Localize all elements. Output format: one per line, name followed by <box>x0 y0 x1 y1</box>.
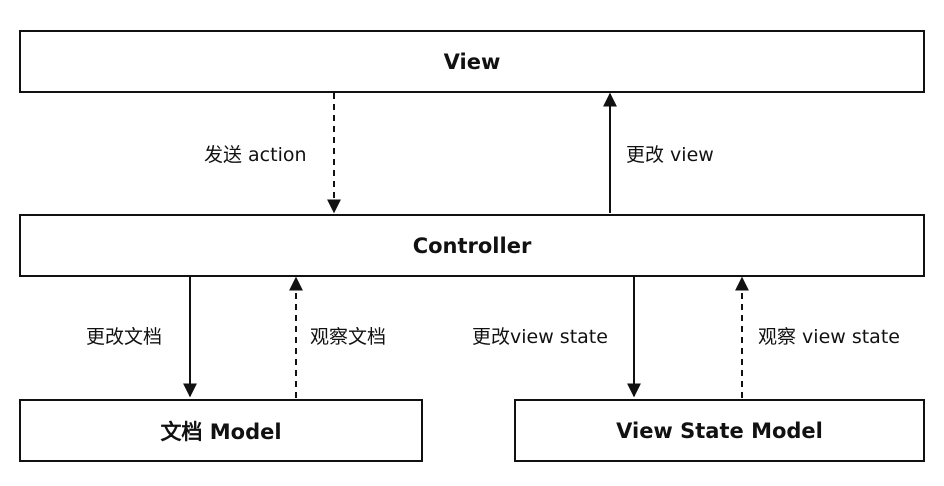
label-update-view-state: 更改view state <box>472 326 608 348</box>
node-view-state-model: View State Model <box>514 399 925 462</box>
label-observe-doc: 观察文档 <box>310 326 387 348</box>
node-doc-model-label: 文档 Model <box>160 419 282 444</box>
node-doc-model: 文档 Model <box>19 399 423 462</box>
node-controller: Controller <box>19 214 925 277</box>
label-observe-view-state: 观察 view state <box>758 326 900 348</box>
label-update-view: 更改 view <box>626 144 714 166</box>
label-send-action: 发送 action <box>204 144 307 166</box>
node-view-label: View <box>443 49 501 74</box>
diagram-canvas: View Controller 文档 Model View State Mode… <box>0 0 944 486</box>
node-view-state-model-label: View State Model <box>616 418 823 443</box>
node-controller-label: Controller <box>412 233 532 258</box>
node-view: View <box>19 30 925 93</box>
label-update-doc: 更改文档 <box>86 326 163 348</box>
